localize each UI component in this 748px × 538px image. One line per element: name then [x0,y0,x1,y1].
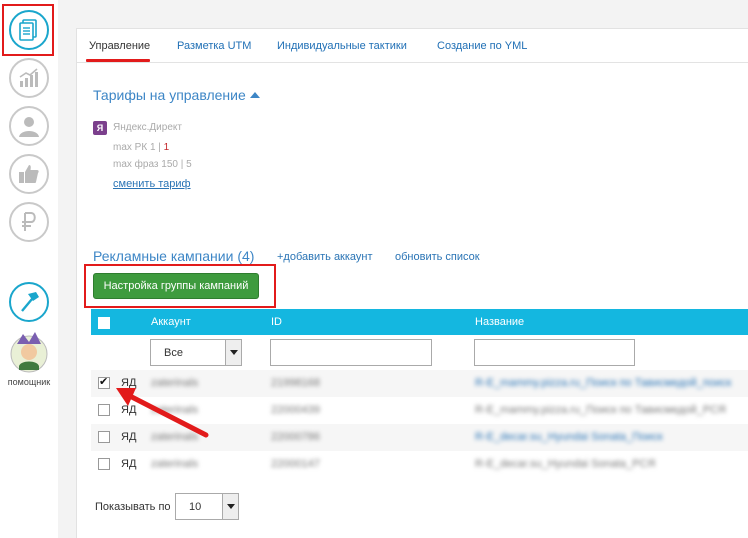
tab-bar: Управление Разметка UTM Индивидуальные т… [77,29,748,63]
account-filter-select[interactable]: Все [150,339,242,366]
row-name: R-E_mammy.pizza.ru_Поиск по Тависмедой_Р… [475,404,726,416]
tariffs-title[interactable]: Тарифы на управление [93,87,260,103]
page-size-value: 10 [189,501,202,513]
provider-name: Яндекс.Директ [113,122,182,133]
account-filter-value: Все [164,347,183,359]
id-filter-input[interactable] [270,339,432,366]
row-account: zaterinals [151,377,199,389]
tab-individual-tactics[interactable]: Индивидуальные тактики [277,40,407,52]
main-panel: Управление Разметка UTM Индивидуальные т… [76,28,748,538]
row-checkbox[interactable] [98,404,110,416]
header-account[interactable]: Аккаунт [151,316,191,328]
row-id: 22000439 [271,404,320,416]
chevron-down-icon [225,340,241,365]
row-account: zaterinals [151,458,199,470]
table-header: Аккаунт ID Название [91,309,748,335]
row-type: ЯД [121,404,137,416]
max-rk-value: 1 [163,142,170,153]
max-rk: max РК 1 | 1 [113,142,169,153]
max-phrases: max фраз 150 | 5 [113,159,192,170]
active-tab-underline [86,59,150,62]
select-all-checkbox[interactable] [98,317,110,329]
page-size-label: Показывать по [95,501,171,513]
row-id: 22000147 [271,458,320,470]
hammer-icon[interactable] [9,282,49,322]
tab-management[interactable]: Управление [89,40,150,52]
chevron-down-icon [222,494,238,519]
row-type: ЯД [121,458,137,470]
table-row[interactable]: ЯД zaterinals 21998168 R-E_mammy.pizza.r… [91,370,748,397]
refresh-list-link[interactable]: обновить список [395,251,480,263]
max-rk-label: max РК 1 | [113,142,164,153]
add-account-link[interactable]: +добавить аккаунт [277,251,373,263]
user-icon[interactable] [9,106,49,146]
header-name[interactable]: Название [475,316,524,328]
documents-icon[interactable] [9,10,49,50]
caret-up-icon [249,92,260,98]
chart-growth-icon[interactable] [9,58,49,98]
name-filter-input[interactable] [474,339,635,366]
yandex-direct-logo-icon: Я [93,121,107,135]
row-checkbox[interactable] [98,375,110,389]
table-row[interactable]: ЯД zaterinals 22000147 R-E_decar.su_Hyun… [91,451,748,478]
helper-avatar[interactable] [9,330,49,374]
row-checkbox[interactable] [98,458,110,470]
campaigns-title: Рекламные кампании (4) [93,248,255,264]
thumbs-up-icon[interactable] [9,154,49,194]
row-account: zaterinals [151,431,199,443]
table-row[interactable]: ЯД zaterinals 22000786 R-E_decar.su_Hyun… [91,424,748,451]
tariffs-title-text: Тарифы на управление [93,87,246,103]
row-id: 22000786 [271,431,320,443]
row-name: R-E_decar.su_Hyundai Sonata_РСЯ [475,458,656,470]
row-type: ЯД [121,377,137,389]
row-account: zaterinals [151,404,199,416]
row-name-link[interactable]: R-E_decar.su_Hyundai Sonata_Поиск [475,431,663,443]
left-rail: помощник [0,0,58,538]
row-name-link[interactable]: R-E_mammy.pizza.ru_Поиск по Тависмедой_п… [475,377,731,389]
change-tariff-link[interactable]: сменить тариф [113,178,191,190]
helper-label[interactable]: помощник [0,377,58,387]
page-size-select[interactable]: 10 [175,493,239,520]
row-checkbox[interactable] [98,431,110,443]
header-id[interactable]: ID [271,316,282,328]
tab-utm-markup[interactable]: Разметка UTM [177,40,251,52]
row-id: 21998168 [271,377,320,389]
tab-create-yml[interactable]: Создание по YML [437,40,527,52]
table-row[interactable]: ЯД zaterinals 22000439 R-E_mammy.pizza.r… [91,397,748,424]
group-settings-button[interactable]: Настройка группы кампаний [93,273,259,299]
ruble-icon[interactable] [9,202,49,242]
row-type: ЯД [121,431,137,443]
